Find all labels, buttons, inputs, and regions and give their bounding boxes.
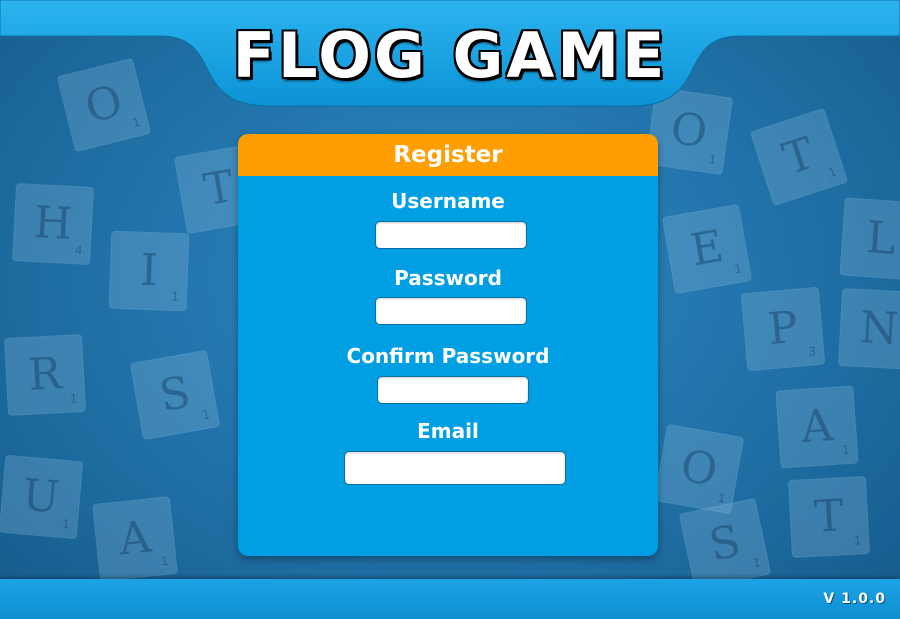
letter-tile: T1 — [788, 476, 870, 558]
username-input[interactable] — [375, 221, 527, 249]
register-panel: Register Username Password Confirm Passw… — [238, 134, 658, 556]
confirm-password-label: Confirm Password — [346, 344, 550, 368]
letter-tile: T1 — [749, 107, 849, 207]
letter-tile: A1 — [775, 385, 859, 469]
letter-tile: S1 — [678, 497, 772, 591]
register-heading: Register — [238, 134, 658, 176]
letter-tile: I1 — [108, 230, 190, 312]
letter-tile: H4 — [12, 183, 94, 265]
email-label: Email — [417, 419, 479, 443]
confirm-password-input[interactable] — [377, 376, 529, 404]
title-banner: FLOG GAME — [0, 0, 900, 110]
letter-tile: P3 — [740, 286, 826, 372]
letter-tile: U1 — [0, 454, 84, 540]
game-title: FLOG GAME — [232, 19, 668, 92]
letter-tile: E1 — [661, 203, 753, 295]
username-label: Username — [391, 189, 505, 213]
password-label: Password — [394, 266, 502, 290]
version-label: V 1.0.0 — [823, 591, 886, 607]
game-screen: O1 T1 H4 I1 R1 S1 U1 A1 O1 T1 E1 L1 P3 N… — [0, 0, 900, 619]
letter-tile: A1 — [92, 496, 178, 582]
letter-tile: N1 — [838, 288, 900, 370]
letter-tile: S1 — [129, 349, 221, 441]
letter-tile: R1 — [4, 334, 86, 416]
password-input[interactable] — [375, 297, 527, 325]
email-input[interactable] — [344, 451, 566, 485]
letter-tile: O1 — [653, 423, 745, 515]
footer-bar: V 1.0.0 — [0, 579, 900, 619]
letter-tile: L1 — [839, 197, 900, 281]
